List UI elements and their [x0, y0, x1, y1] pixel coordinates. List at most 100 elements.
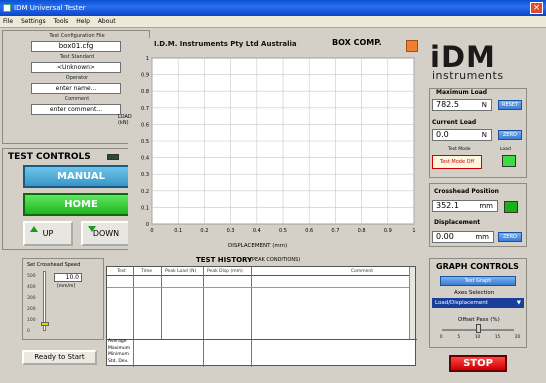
y-tick-label: 0.1 — [141, 205, 149, 211]
footer-std-dev: Std. Dev. — [108, 358, 129, 364]
axes-selection-label: Axes Selection — [454, 290, 495, 296]
speed-tick: 200 — [27, 307, 36, 312]
menu-about[interactable]: About — [98, 18, 116, 25]
displacement-label: Displacement — [434, 219, 481, 226]
chevron-down-icon: ▼ — [516, 300, 521, 306]
col-divider — [161, 267, 162, 339]
graph-controls-title: GRAPH CONTROLS — [436, 262, 519, 271]
crosshead-label: Crosshead Position — [434, 188, 499, 195]
speed-tick: 100 — [27, 318, 36, 323]
speed-tick: 500 — [27, 274, 36, 279]
test-history-title: TEST HISTORY — [196, 256, 253, 264]
y-axis-label: LOAD (kN) — [118, 114, 132, 126]
speed-unit: [mm/m] — [57, 284, 76, 289]
col-peak-load: Peak Load (N) — [165, 269, 197, 274]
current-load-value: 0.0 N — [432, 129, 492, 141]
close-button[interactable]: × — [530, 2, 543, 14]
test-config-field[interactable]: box01.cfg — [31, 41, 121, 52]
menu-file[interactable]: File — [3, 18, 13, 25]
y-tick-label: 0.5 — [141, 139, 149, 145]
up-label: UP — [42, 229, 54, 238]
footer-minimum: Minimum — [108, 352, 129, 357]
speed-scale: 500 400 300 200 100 0 — [27, 271, 39, 334]
row-divider — [107, 339, 417, 340]
up-arrow-icon — [30, 226, 38, 232]
offset-slider-thumb[interactable] — [476, 324, 481, 333]
load-led — [502, 155, 516, 167]
graph-controls-panel: GRAPH CONTROLS Test Graph Axes Selection… — [429, 258, 527, 348]
menu-bar: File Settings Tools Help About — [0, 16, 546, 28]
chart-panel: 0 0.1 0.2 0.3 0.4 0.5 0.6 0.7 0.8 0.9 1 0 0.1 0.2 0.3… — [118, 38, 426, 253]
menu-settings[interactable]: Settings — [21, 18, 46, 25]
test-mode-indicator: Test Mode Off — [432, 155, 482, 169]
x-tick-label: 0.8 — [358, 228, 366, 234]
menu-help[interactable]: Help — [76, 18, 90, 25]
current-load-unit: N — [481, 131, 487, 139]
test-controls-led — [107, 154, 119, 160]
speed-slider-thumb[interactable] — [41, 322, 49, 326]
offset-tick: 0 — [440, 334, 443, 339]
test-history-subtitle: (PEAK CONDITIONS) — [250, 257, 301, 263]
test-controls-title: TEST CONTROLS — [8, 152, 91, 162]
x-tick-label: 0.6 — [305, 228, 313, 234]
zero-displacement-button[interactable]: ZERO — [498, 232, 522, 242]
current-load-label: Current Load — [432, 119, 477, 126]
speed-tick: 0 — [27, 329, 30, 334]
offset-tick: 15 — [494, 334, 500, 339]
comment-field[interactable]: enter comment... — [31, 104, 121, 115]
x-axis-label: DISPLACEMENT (mm) — [228, 243, 288, 249]
axes-selection-dropdown[interactable]: Load/Displacement ▼ — [432, 298, 524, 308]
manual-button[interactable]: MANUAL — [23, 165, 139, 188]
max-load-unit: N — [481, 101, 487, 109]
axes-selection-value: Load/Displacement — [435, 300, 488, 306]
zero-load-button[interactable]: ZERO — [498, 130, 522, 140]
col-comment: Comment — [351, 269, 374, 274]
test-history-table: Test Time Peak Load (N) Peak Disp (mm) C… — [106, 266, 417, 367]
window-title: IDM Universal Tester — [14, 4, 86, 12]
max-load-value: 782.5 N — [432, 99, 492, 111]
col-divider — [203, 267, 204, 367]
x-tick-label: 0.3 — [227, 228, 235, 234]
y-tick-label: 0.9 — [141, 73, 149, 79]
x-tick-label: 1 — [412, 228, 415, 234]
speed-input[interactable]: 10.0 — [54, 273, 82, 282]
y-tick-label: 0.2 — [141, 189, 149, 195]
reset-button[interactable]: RESET — [498, 100, 522, 110]
offset-tick: 5 — [457, 334, 460, 339]
crosshead-panel: Crosshead Position 352.1 mm Displacement… — [429, 183, 527, 247]
crosshead-led — [504, 201, 518, 213]
app-window: IDM Universal Tester × File Settings Too… — [0, 0, 546, 383]
displacement-value: 0.00 mm — [432, 231, 494, 243]
col-divider — [133, 267, 134, 367]
crosshead-unit: mm — [479, 202, 493, 210]
load-led-label: Load — [500, 147, 511, 152]
box-comp-button[interactable] — [406, 40, 418, 52]
y-tick-label: 1 — [146, 56, 149, 62]
offset-label: Offset Pass (%) — [458, 317, 500, 323]
operator-field[interactable]: enter name... — [31, 83, 121, 94]
x-tick-label: 0.5 — [279, 228, 287, 234]
up-button[interactable]: UP — [23, 221, 73, 246]
load-displacement-chart: 0 0.1 0.2 0.3 0.4 0.5 0.6 0.7 0.8 0.9 1 0 0.1 0.2 0.3… — [141, 56, 416, 234]
down-button[interactable]: DOWN — [81, 221, 131, 246]
down-arrow-icon — [88, 226, 96, 232]
speed-label: Set Crosshead Speed — [27, 262, 81, 268]
title-bar: IDM Universal Tester × — [0, 0, 546, 16]
test-mode-label: Test Mode — [448, 147, 471, 152]
y-tick-label: 0.4 — [141, 156, 149, 162]
speed-tick: 400 — [27, 285, 36, 290]
displacement-number: 0.00 — [436, 232, 454, 241]
x-tick-label: 0.7 — [331, 228, 339, 234]
stop-button[interactable]: STOP — [449, 355, 507, 372]
speed-tick: 300 — [27, 296, 36, 301]
x-tick-label: 0.2 — [200, 228, 208, 234]
test-standard-field[interactable]: <Unknown> — [31, 62, 121, 73]
test-graph-button[interactable]: Test Graph — [440, 276, 516, 286]
offset-ticks: 0 5 10 15 20 — [440, 334, 520, 339]
ready-to-start-button[interactable]: Ready to Start — [22, 350, 97, 365]
history-scrollbar[interactable] — [409, 267, 415, 339]
home-button[interactable]: HOME — [23, 193, 139, 216]
logo-sub: instruments — [432, 69, 504, 82]
y-tick-label: 0.6 — [141, 122, 149, 128]
menu-tools[interactable]: Tools — [54, 18, 69, 25]
